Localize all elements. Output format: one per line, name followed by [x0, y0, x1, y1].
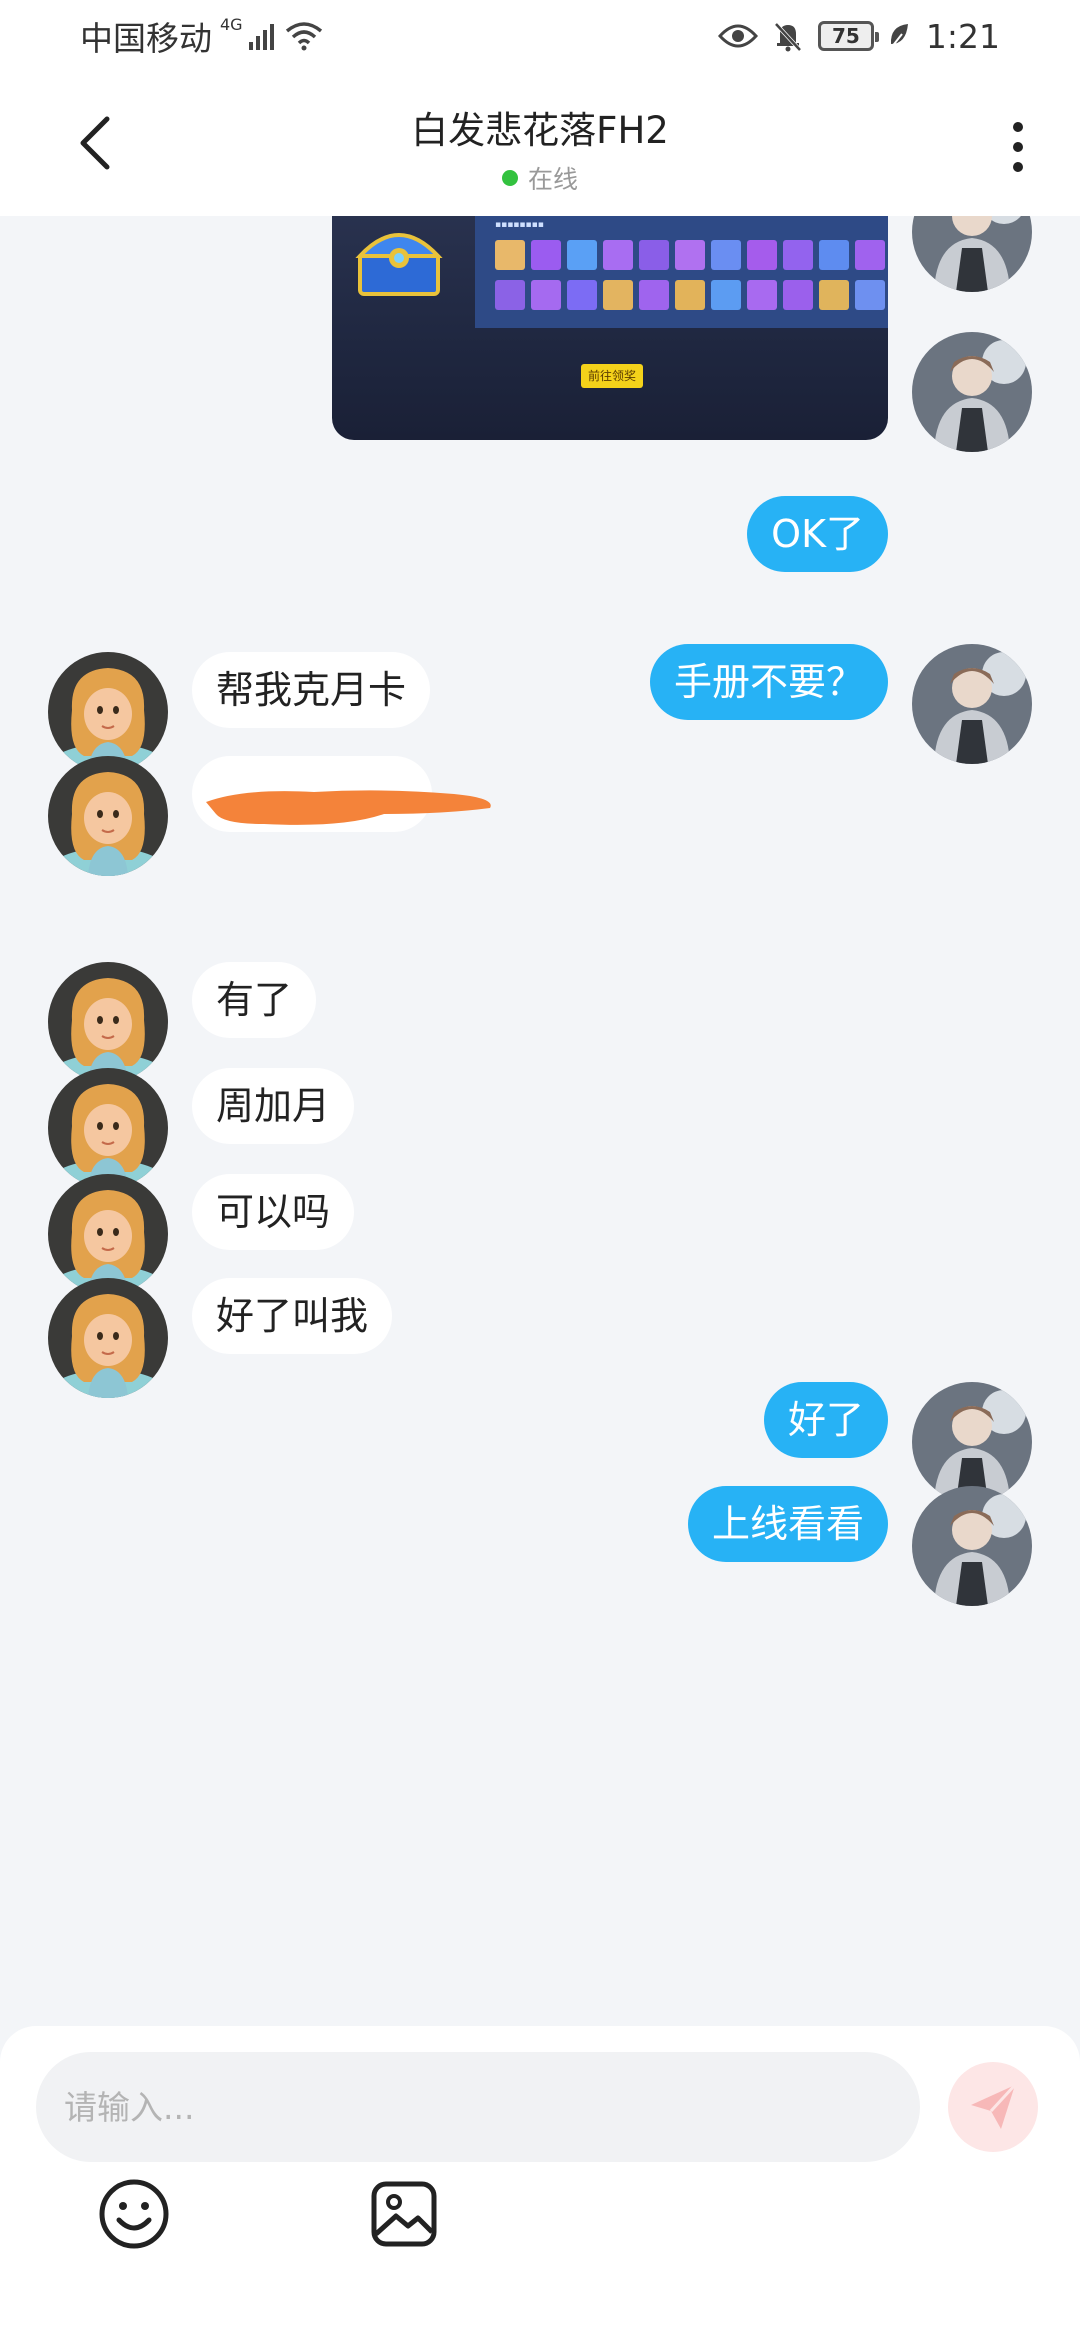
image-button[interactable]: [366, 2176, 442, 2252]
reward-panel-label: ▪▪▪▪▪▪▪▪: [495, 220, 544, 230]
my-avatar[interactable]: [912, 1382, 1032, 1502]
chat-header: 白发悲花落FH2 在线: [0, 72, 1080, 216]
online-status-text: 在线: [527, 165, 578, 194]
leaf-icon: [890, 24, 908, 49]
contact-avatar[interactable]: [48, 1174, 168, 1294]
contact-avatar[interactable]: [48, 756, 168, 876]
message-bubble-in[interactable]: 可以吗: [192, 1174, 355, 1250]
wifi-icon: [285, 22, 322, 51]
mute-bell-icon: [774, 22, 802, 52]
eye-icon: [717, 24, 758, 48]
clock: 1:21: [925, 16, 1000, 56]
my-avatar-icon: [912, 1486, 1032, 1606]
contact-avatar-icon: [48, 1068, 168, 1188]
my-avatar-icon: [912, 1382, 1032, 1502]
send-button[interactable]: [948, 2062, 1038, 2152]
online-status: 在线: [240, 160, 840, 196]
status-left: 中国移动 4G: [80, 14, 323, 58]
message-bubble-out[interactable]: OK了: [747, 496, 888, 572]
chevron-left-icon: [80, 116, 110, 170]
redaction-scribble: [206, 790, 491, 825]
online-dot-icon: [501, 170, 518, 186]
status-bar: 中国移动 4G 75 1:21: [0, 0, 1080, 72]
message-bubble-in[interactable]: 好了叫我: [192, 1278, 393, 1354]
my-avatar-icon: [912, 644, 1032, 764]
my-avatar-icon: [912, 332, 1032, 452]
more-button[interactable]: [998, 112, 1038, 182]
composer: [0, 2026, 1080, 2340]
status-right: 75 1:21: [717, 14, 1000, 58]
contact-avatar-icon: [48, 652, 168, 772]
reward-panel: ▪▪▪▪▪▪▪▪: [475, 216, 888, 328]
message-bubble-in[interactable]: 帮我克月卡: [192, 652, 431, 728]
chat-message-list[interactable]: ▪▪▪▪▪▪▪▪ 前往领奖 OK了 帮我克月卡 手册不要？ 有了 周加月 可以吗…: [0, 216, 1080, 2026]
smiley-icon: [99, 2179, 169, 2249]
my-avatar-icon: [912, 216, 1032, 292]
battery-icon: 75: [817, 21, 879, 51]
claim-reward-button: 前往领奖: [581, 364, 643, 388]
contact-avatar-icon: [48, 962, 168, 1082]
message-bubble-out[interactable]: 上线看看: [687, 1486, 888, 1562]
message-bubble-in[interactable]: 有了: [192, 962, 317, 1038]
contact-avatar[interactable]: [48, 1068, 168, 1188]
my-avatar[interactable]: [912, 216, 1032, 292]
contact-avatar-icon: [48, 1174, 168, 1294]
contact-avatar[interactable]: [48, 1278, 168, 1398]
contact-avatar-icon: [48, 756, 168, 876]
contact-avatar[interactable]: [48, 962, 168, 1082]
contact-avatar[interactable]: [48, 652, 168, 772]
my-avatar[interactable]: [912, 1486, 1032, 1606]
my-avatar[interactable]: [912, 332, 1032, 452]
treasure-chest-icon: [355, 233, 443, 296]
image-message[interactable]: ▪▪▪▪▪▪▪▪ 前往领奖: [332, 216, 888, 440]
message-bubble-out[interactable]: 手册不要？: [649, 644, 888, 720]
network-type: 4G: [220, 14, 243, 34]
message-input[interactable]: [36, 2052, 920, 2162]
contact-avatar-icon: [48, 1278, 168, 1398]
message-bubble-out[interactable]: 好了: [763, 1382, 888, 1458]
more-vertical-icon: [1013, 122, 1023, 132]
message-bubble-in[interactable]: 周加月: [192, 1068, 355, 1144]
title-block: 白发悲花落FH2 在线: [240, 100, 840, 196]
carrier-name: 中国移动: [80, 19, 212, 58]
battery-level: 75: [831, 24, 860, 48]
emoji-button[interactable]: [96, 2176, 172, 2252]
my-avatar[interactable]: [912, 644, 1032, 764]
image-icon: [371, 2181, 437, 2247]
back-button[interactable]: [60, 108, 130, 178]
send-icon: [971, 2083, 1017, 2129]
chat-title: 白发悲花落FH2: [411, 109, 669, 152]
signal-icon: [248, 24, 274, 50]
